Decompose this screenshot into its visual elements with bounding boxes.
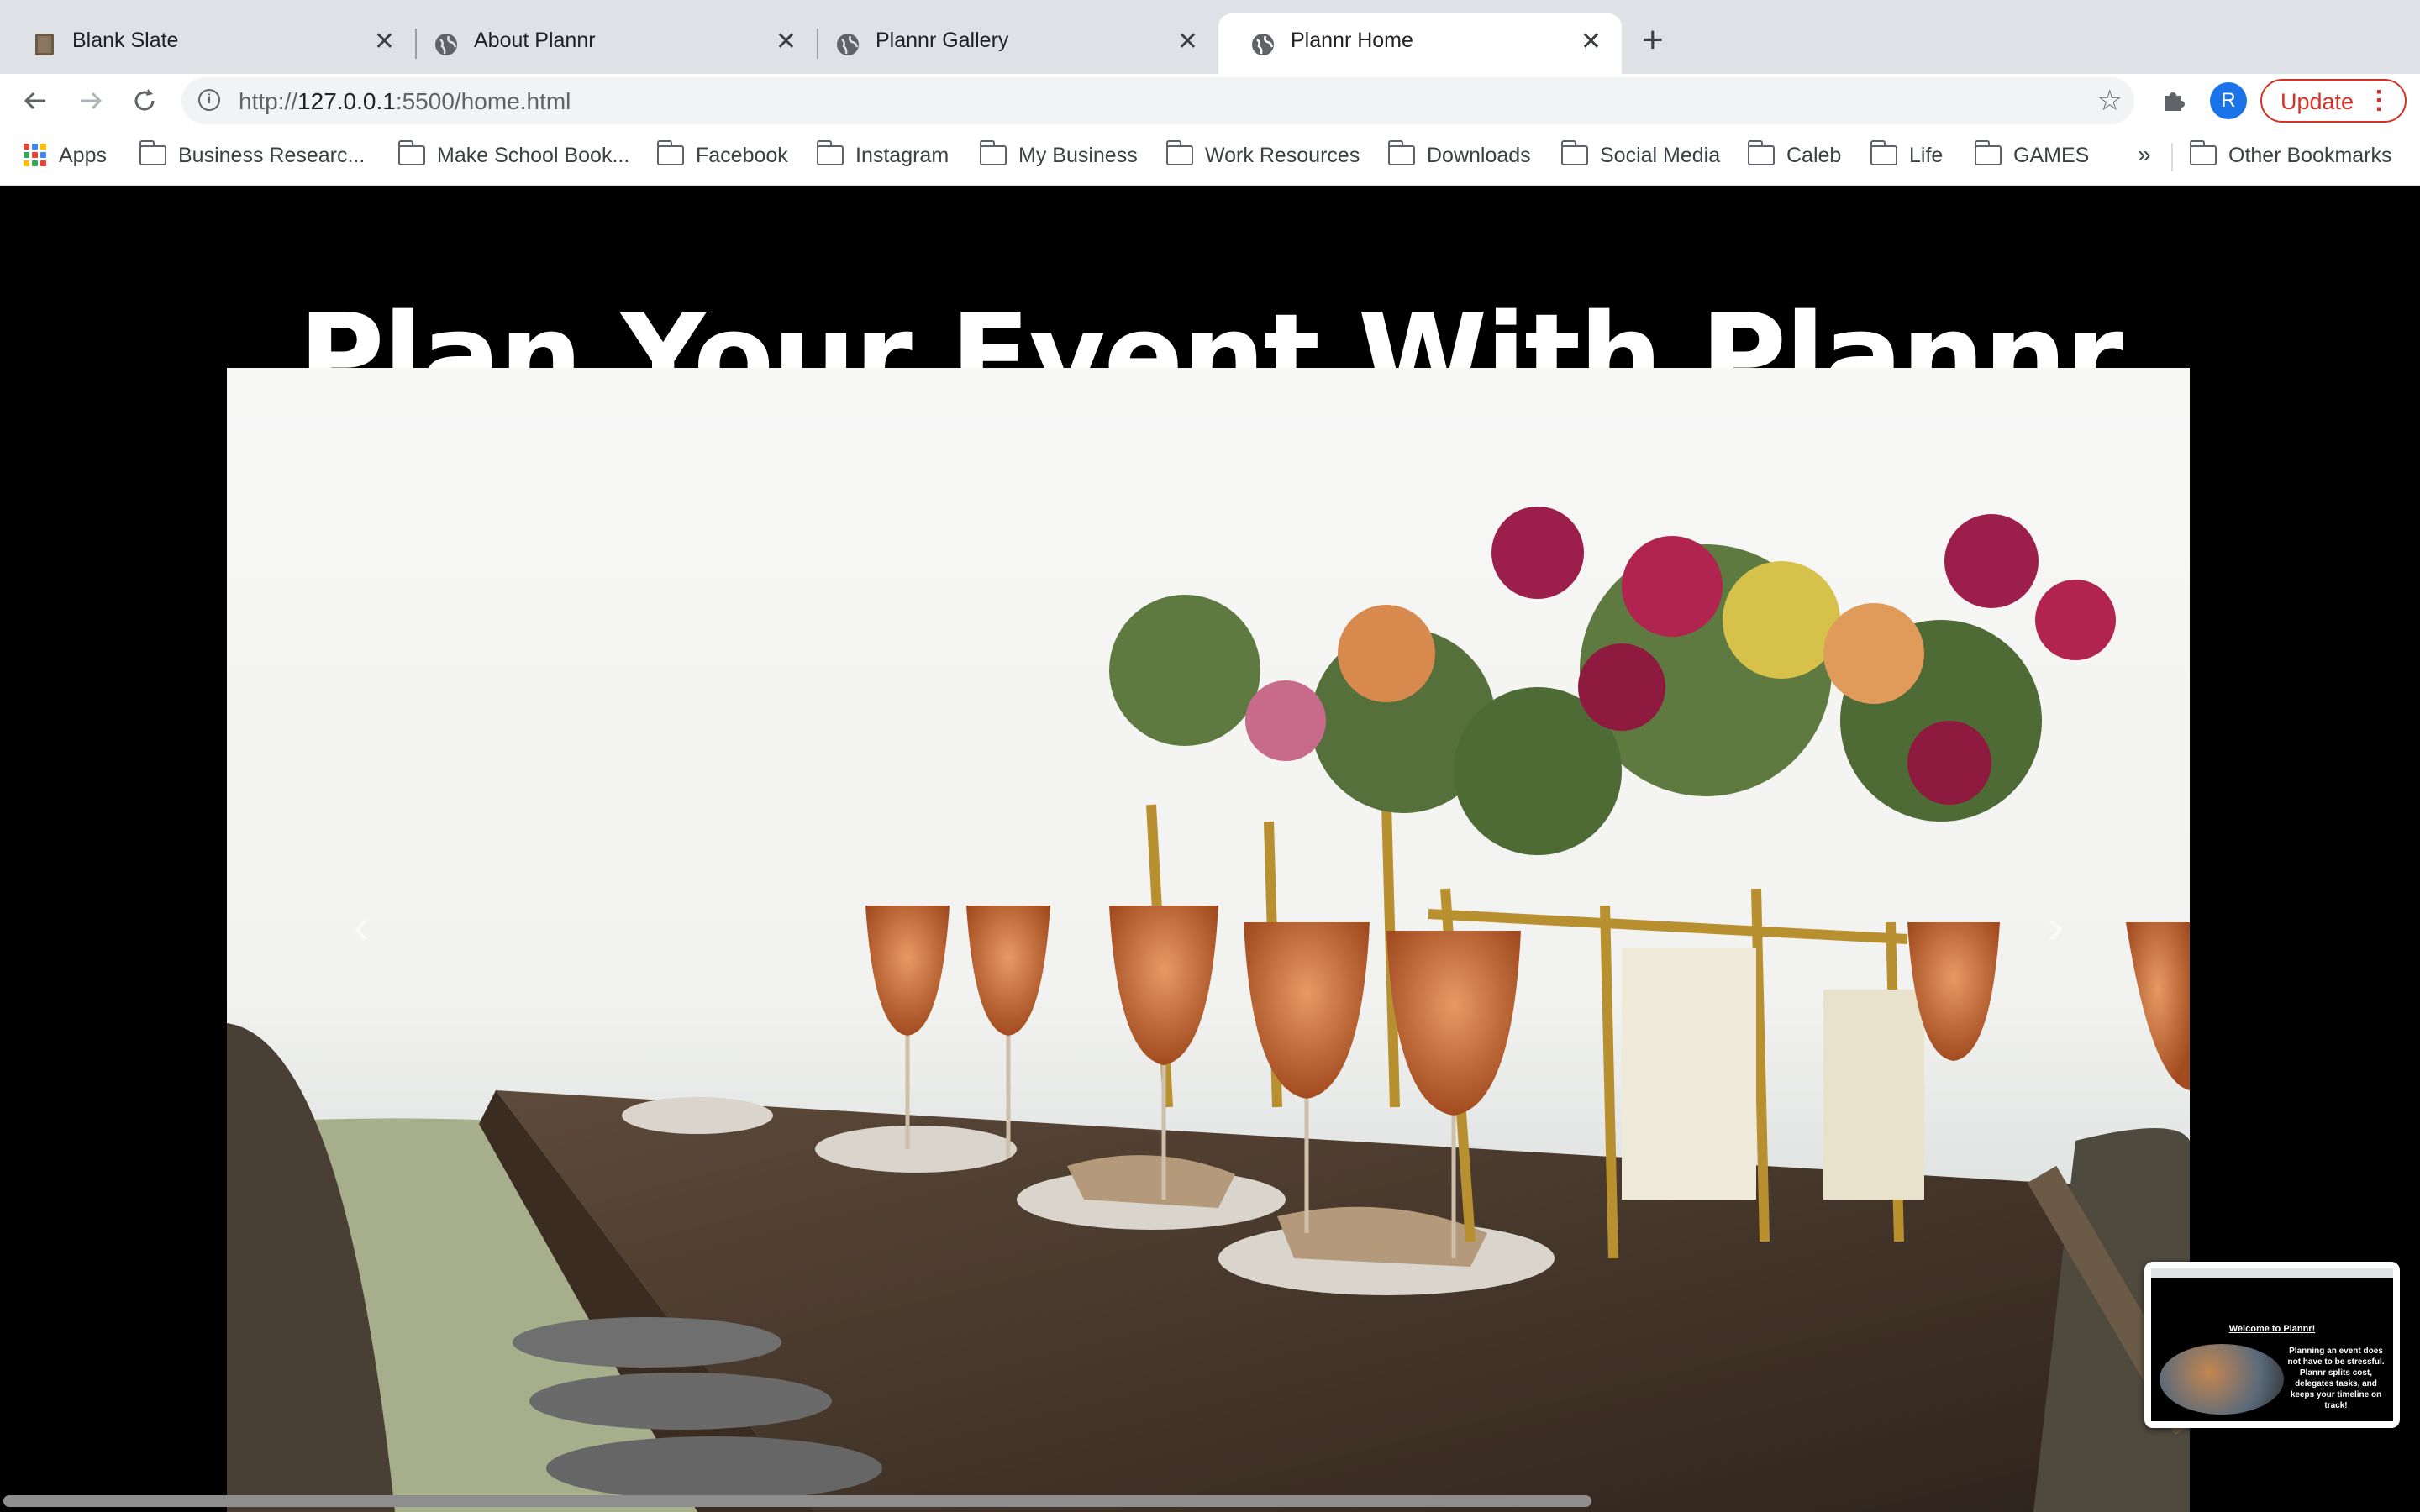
bookmarks-bar: Apps Business Researc... Make School Boo… [0, 128, 2420, 186]
hero-carousel-image: ‹ › [227, 368, 2190, 1512]
folder-icon [657, 140, 684, 166]
bookmark-instagram[interactable]: Instagram [817, 140, 950, 171]
scrollbar-thumb[interactable] [3, 1495, 1591, 1507]
menu-dots-icon: ⋮ [2366, 87, 2391, 114]
address-bar[interactable]: i http://127.0.0.1:5500/home.html ☆ [182, 77, 2134, 124]
bookmark-social-media[interactable]: Social Media [1561, 140, 1721, 171]
bookmarks-overflow-button[interactable]: » [2138, 141, 2151, 168]
apps-grid-icon [24, 144, 47, 167]
bookmark-facebook[interactable]: Facebook [657, 140, 788, 171]
folder-icon [980, 140, 1007, 166]
extensions-puzzle-icon[interactable] [2160, 86, 2188, 114]
folder-icon [139, 140, 166, 166]
tab-title: Blank Slate [72, 29, 179, 52]
horizontal-scrollbar[interactable] [0, 1492, 2420, 1512]
folder-icon [1870, 140, 1897, 166]
folder-icon [2190, 140, 2217, 166]
carousel-next-button[interactable]: › [2047, 897, 2064, 955]
back-arrow-icon[interactable] [20, 86, 50, 116]
bookmark-label: My Business [1018, 143, 1138, 167]
tab-blank-slate[interactable]: Blank Slate ✕ [0, 13, 415, 74]
globe-icon [1252, 34, 1274, 55]
bookmark-label: Caleb [1786, 143, 1842, 167]
forward-arrow-icon[interactable] [76, 86, 106, 116]
close-icon[interactable]: ✕ [374, 29, 395, 55]
bookmark-label: Make School Book... [437, 143, 630, 167]
bookmark-games[interactable]: GAMES [1975, 140, 2090, 171]
bookmark-label: Downloads [1427, 143, 1531, 167]
folder-icon [1561, 140, 1588, 166]
screenshot-thumbnail-preview[interactable]: Welcome to Plannr! Planning an event doe… [2144, 1262, 2400, 1428]
new-tab-button[interactable]: + [1642, 22, 1664, 59]
tab-title: Plannr Home [1291, 29, 1413, 52]
folder-icon [1748, 140, 1775, 166]
tab-strip: Blank Slate ✕ About Plannr ✕ Plannr Gall… [0, 0, 2420, 74]
folder-icon [817, 140, 844, 166]
bookmark-apps[interactable]: Apps [24, 143, 107, 171]
bookmark-label: Work Resources [1205, 143, 1360, 167]
notebook-icon [35, 34, 54, 55]
folder-icon [1388, 140, 1415, 166]
bookmark-label: Business Researc... [178, 143, 366, 167]
carousel-prev-button[interactable]: ‹ [353, 897, 370, 955]
url-scheme: http:// [239, 88, 298, 114]
url-host: 127.0.0.1 [297, 88, 396, 114]
reload-icon[interactable] [129, 86, 160, 116]
globe-icon [435, 34, 457, 55]
bookmarks-divider [2171, 143, 2173, 171]
page-viewport: Plan Your Event With Plannr ‹ › [0, 186, 2420, 1512]
update-label: Update [2281, 89, 2354, 114]
bookmark-label: Apps [59, 143, 107, 167]
bookmark-star-icon[interactable]: ☆ [2097, 84, 2123, 118]
bookmark-my-business[interactable]: My Business [980, 140, 1138, 171]
bookmark-label: GAMES [2013, 143, 2090, 167]
thumbnail-body: Planning an event does not have to be st… [2287, 1347, 2385, 1410]
thumbnail-title: Welcome to Plannr! [2228, 1324, 2316, 1334]
site-info-icon[interactable]: i [198, 89, 220, 111]
bookmark-business-research[interactable]: Business Researc... [139, 140, 366, 171]
bookmark-label: Other Bookmarks [2228, 143, 2392, 167]
thumbnail-image [2160, 1344, 2284, 1415]
profile-avatar[interactable]: R [2210, 82, 2247, 119]
bookmark-label: Instagram [855, 143, 950, 167]
tab-plannr-gallery[interactable]: Plannr Gallery ✕ [803, 13, 1218, 74]
bookmark-caleb[interactable]: Caleb [1748, 140, 1842, 171]
bookmark-life[interactable]: Life [1870, 140, 1944, 171]
bookmark-downloads[interactable]: Downloads [1388, 140, 1531, 171]
bookmark-label: Social Media [1600, 143, 1721, 167]
bookmark-other-bookmarks[interactable]: Other Bookmarks [2190, 140, 2392, 171]
folder-icon [398, 140, 425, 166]
tab-title: Plannr Gallery [876, 29, 1009, 52]
globe-icon [837, 34, 859, 55]
tab-plannr-home[interactable]: Plannr Home ✕ [1218, 13, 1622, 74]
thumbnail-browser-chrome [2151, 1268, 2393, 1278]
bookmark-label: Facebook [696, 143, 788, 167]
folder-icon [1975, 140, 2002, 166]
bookmark-work-resources[interactable]: Work Resources [1166, 140, 1360, 171]
update-button[interactable]: Update ⋮ [2260, 79, 2407, 123]
bookmark-make-school[interactable]: Make School Book... [398, 140, 630, 171]
browser-toolbar: i http://127.0.0.1:5500/home.html ☆ R Up… [0, 74, 2420, 128]
close-icon[interactable]: ✕ [1581, 29, 1602, 55]
close-icon[interactable]: ✕ [1177, 29, 1198, 55]
close-icon[interactable]: ✕ [776, 29, 797, 55]
thumbnail-content: Welcome to Plannr! Planning an event doe… [2151, 1268, 2393, 1421]
tab-title: About Plannr [474, 29, 596, 52]
banquet-table-illustration [227, 368, 2190, 1512]
url-text[interactable]: http://127.0.0.1:5500/home.html [239, 88, 571, 115]
folder-icon [1166, 140, 1193, 166]
url-path: :5500/home.html [395, 88, 571, 114]
bookmark-label: Life [1909, 143, 1944, 167]
tab-about-plannr[interactable]: About Plannr ✕ [402, 13, 817, 74]
